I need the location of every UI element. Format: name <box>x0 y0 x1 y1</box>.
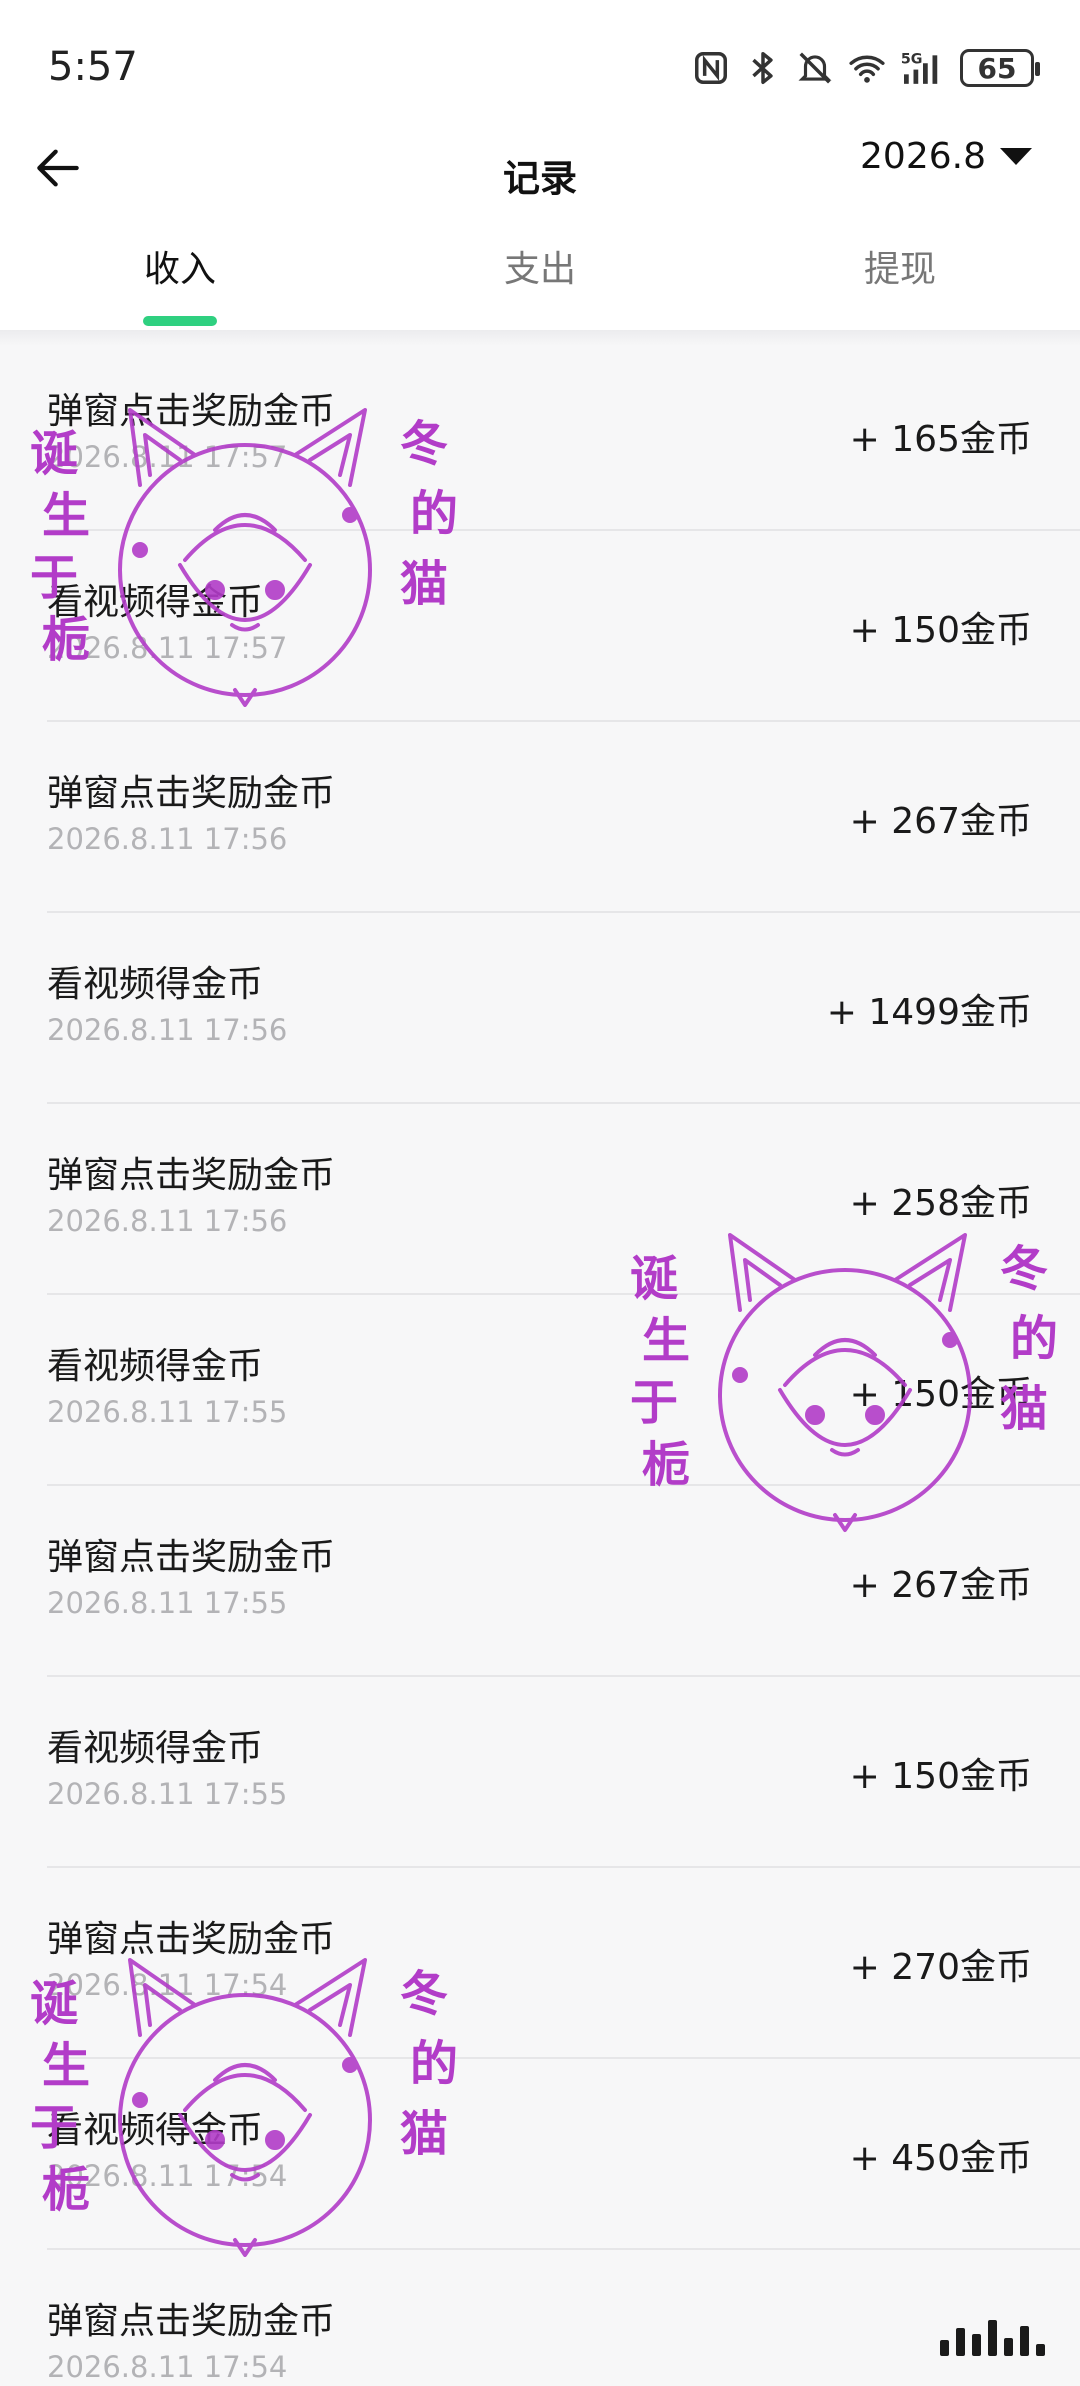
list-item[interactable]: 看视频得金币 2026.8.11 17:55 + 150金币 <box>0 1295 1080 1486</box>
record-title: 看视频得金币 <box>47 1728 264 1769</box>
record-amount: + 165金币 <box>849 419 1032 460</box>
record-date: 2026.8.11 17:57 <box>47 631 288 665</box>
list-item[interactable]: 看视频得金币 2026.8.11 17:56 + 1499金币 <box>0 913 1080 1104</box>
record-amount: + 150金币 <box>849 1756 1032 1797</box>
record-date: 2026.8.11 17:54 <box>47 2350 288 2384</box>
logo-icon <box>940 2316 1050 2356</box>
record-amount: + 267金币 <box>849 1565 1032 1606</box>
battery-level: 65 <box>977 51 1017 85</box>
list-item[interactable]: 弹窗点击奖励金币 2026.8.11 17:54 <box>0 2250 1080 2386</box>
record-date: 2026.8.11 17:54 <box>47 2159 288 2193</box>
record-amount: + 1499金币 <box>826 992 1032 1033</box>
list-item[interactable]: 看视频得金币 2026.8.11 17:55 + 150金币 <box>0 1677 1080 1868</box>
bluetooth-icon <box>752 52 773 84</box>
record-title: 弹窗点击奖励金币 <box>47 1155 336 1196</box>
record-amount: + 267金币 <box>849 801 1032 842</box>
record-amount: + 270金币 <box>849 1947 1032 1988</box>
tab-expense[interactable]: 支出 <box>440 240 640 292</box>
list-item[interactable]: 看视频得金币 2026.8.11 17:54 + 450金币 <box>0 2059 1080 2250</box>
list-item[interactable]: 弹窗点击奖励金币 2026.8.11 17:57 + 165金币 <box>0 340 1080 531</box>
list-item[interactable]: 看视频得金币 2026.8.11 17:57 + 150金币 <box>0 531 1080 722</box>
record-title: 看视频得金币 <box>47 964 264 1005</box>
list-item[interactable]: 弹窗点击奖励金币 2026.8.11 17:56 + 258金币 <box>0 1104 1080 1295</box>
record-amount: + 150金币 <box>849 1374 1032 1415</box>
record-title: 看视频得金币 <box>47 582 264 623</box>
record-title: 弹窗点击奖励金币 <box>47 1537 336 1578</box>
record-title: 弹窗点击奖励金币 <box>47 391 336 432</box>
nfc-icon <box>695 52 727 84</box>
record-date: 2026.8.11 17:55 <box>47 1777 288 1811</box>
record-amount: + 150金币 <box>849 610 1032 651</box>
list-item[interactable]: 弹窗点击奖励金币 2026.8.11 17:56 + 267金币 <box>0 722 1080 913</box>
record-title: 看视频得金币 <box>47 2110 264 2151</box>
battery-icon: 65 <box>960 49 1040 87</box>
record-title: 弹窗点击奖励金币 <box>47 773 336 814</box>
record-amount: + 450金币 <box>849 2138 1032 2179</box>
record-date: 2026.8.11 17:54 <box>47 1968 288 2002</box>
page-header: 记录 2026.8 收入 支出 提现 <box>0 130 1080 330</box>
record-title: 弹窗点击奖励金币 <box>47 1919 336 1960</box>
month-selector[interactable]: 2026.8 <box>860 136 1032 177</box>
record-list: 弹窗点击奖励金币 2026.8.11 17:57 + 165金币看视频得金币 2026… <box>0 340 1080 2386</box>
status-time: 5:57 <box>48 44 138 90</box>
signal-icon: 5G <box>901 51 938 84</box>
record-amount: + 258金币 <box>849 1183 1032 1224</box>
record-date: 2026.8.11 17:55 <box>47 1395 288 1429</box>
record-date: 2026.8.11 17:55 <box>47 1586 288 1620</box>
tab-withdraw[interactable]: 提现 <box>800 240 1000 292</box>
record-title: 看视频得金币 <box>47 1346 264 1387</box>
tab-income[interactable]: 收入 <box>80 240 280 292</box>
tab-bar: 收入 支出 提现 <box>0 230 1080 330</box>
record-date: 2026.8.11 17:56 <box>47 1013 288 1047</box>
mute-icon <box>798 52 832 84</box>
month-label: 2026.8 <box>860 136 986 177</box>
list-item[interactable]: 弹窗点击奖励金币 2026.8.11 17:55 + 267金币 <box>0 1486 1080 1677</box>
status-bar: 5:57 5G 65 <box>0 0 1080 130</box>
tab-indicator <box>143 316 217 326</box>
list-item[interactable]: 弹窗点击奖励金币 2026.8.11 17:54 + 270金币 <box>0 1868 1080 2059</box>
record-date: 2026.8.11 17:56 <box>47 1204 288 1238</box>
record-date: 2026.8.11 17:57 <box>47 440 288 474</box>
network-type: 5G <box>901 51 923 67</box>
record-date: 2026.8.11 17:56 <box>47 822 288 856</box>
wifi-icon <box>849 55 885 83</box>
caret-down-icon <box>1000 148 1032 165</box>
status-icons: 5G 65 <box>692 44 1040 92</box>
record-title: 弹窗点击奖励金币 <box>47 2301 336 2342</box>
